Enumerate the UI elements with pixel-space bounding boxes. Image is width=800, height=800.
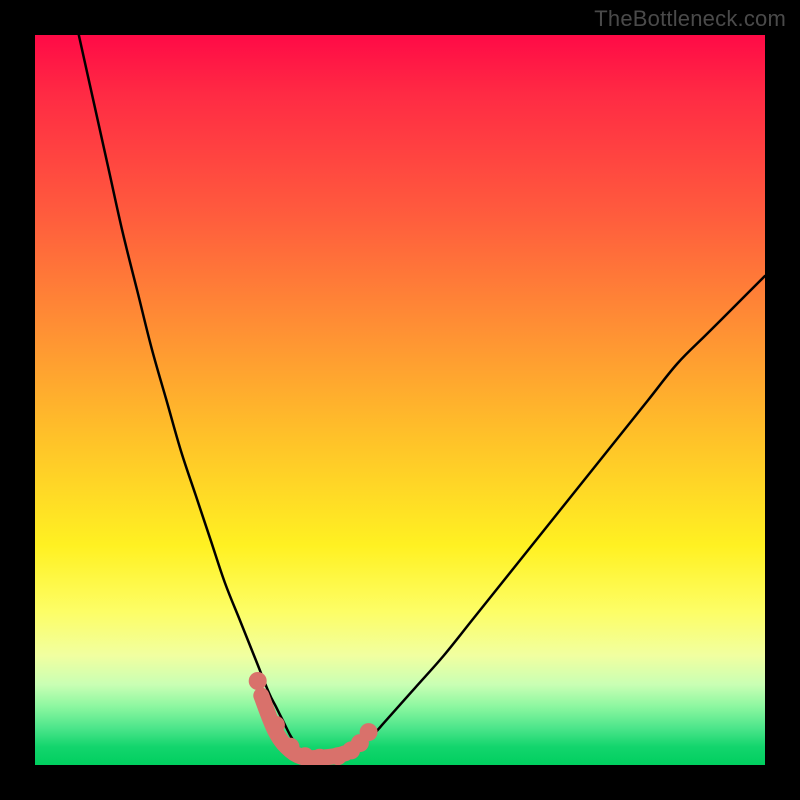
highlight-dot: [249, 672, 267, 690]
curve-layer: [79, 35, 765, 758]
watermark-text: TheBottleneck.com: [594, 6, 786, 32]
bottleneck-curve-left: [79, 35, 305, 756]
highlight-dot: [360, 723, 378, 741]
bottleneck-curve-right: [305, 276, 765, 758]
chart-svg: [35, 35, 765, 765]
chart-frame: TheBottleneck.com: [0, 0, 800, 800]
plot-area: [35, 35, 765, 765]
